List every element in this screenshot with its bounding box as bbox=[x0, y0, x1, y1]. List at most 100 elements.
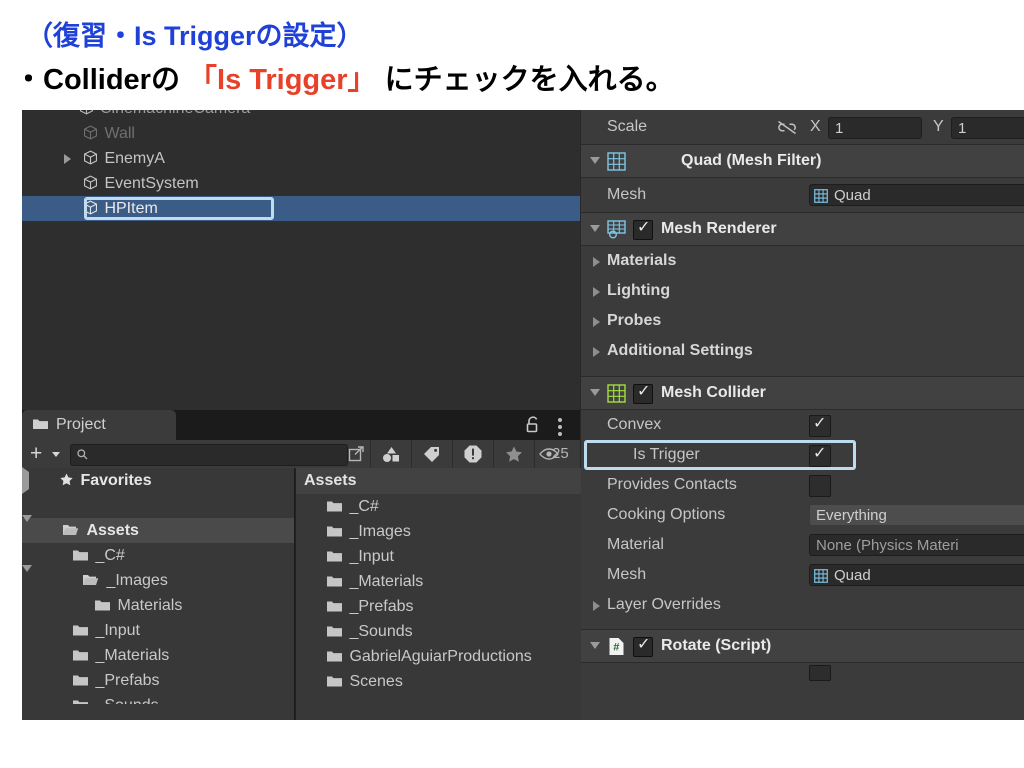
material-object-field[interactable]: None (Physics Materi bbox=[809, 534, 1024, 556]
list-item[interactable]: _Materials bbox=[296, 569, 581, 594]
scale-y-field[interactable]: 1 bbox=[951, 117, 1024, 139]
collider-mesh-row[interactable]: Mesh Quad bbox=[581, 560, 1024, 590]
foldout-layer-overrides[interactable]: Layer Overrides bbox=[581, 590, 1024, 620]
chevron-down-icon[interactable] bbox=[590, 157, 600, 164]
hierarchy-row-eventsystem[interactable]: EventSystem bbox=[22, 171, 580, 196]
tab-project[interactable]: Project bbox=[22, 410, 176, 440]
list-item[interactable]: _Prefabs bbox=[296, 594, 581, 619]
tree-label: _Input bbox=[95, 622, 140, 639]
foldout-probes[interactable]: Probes bbox=[581, 306, 1024, 336]
foldout-lighting[interactable]: Lighting bbox=[581, 276, 1024, 306]
mesh-object-field[interactable]: Quad bbox=[809, 564, 1024, 586]
tree-item-materials-nested[interactable]: Materials bbox=[22, 593, 294, 618]
tree-item-images[interactable]: _Images bbox=[22, 565, 294, 593]
chevron-down-icon[interactable] bbox=[22, 515, 32, 539]
hierarchy-panel[interactable]: CinemachineCamera Wall EnemyA EventSyste… bbox=[22, 110, 580, 410]
tree-item-csharp[interactable]: _C# bbox=[22, 543, 294, 568]
collider-convex-row[interactable]: Convex ✓ bbox=[581, 410, 1024, 440]
add-asset-button[interactable]: + bbox=[30, 443, 42, 464]
chevron-right-icon[interactable] bbox=[593, 317, 600, 327]
list-item[interactable]: _Sounds bbox=[296, 619, 581, 644]
search-input[interactable] bbox=[93, 445, 327, 467]
kebab-menu-icon[interactable] bbox=[558, 418, 562, 422]
rotate-script-body bbox=[581, 663, 1024, 681]
tree-item-sounds[interactable]: _Sounds bbox=[22, 693, 294, 704]
tree-item-favorites[interactable]: Favorites bbox=[22, 467, 294, 494]
expand-window-icon[interactable] bbox=[348, 445, 365, 462]
list-item[interactable]: GabrielAguiarProductions bbox=[296, 644, 581, 669]
hierarchy-row-cinemachinecamera[interactable]: CinemachineCamera bbox=[22, 110, 580, 121]
transform-scale-row[interactable]: Scale X 1 Y 1 bbox=[581, 110, 1024, 144]
chevron-down-icon[interactable] bbox=[52, 452, 60, 457]
convex-checkbox[interactable]: ✓ bbox=[809, 415, 831, 437]
scale-x-field[interactable]: 1 bbox=[828, 117, 922, 139]
tree-item-prefabs[interactable]: _Prefabs bbox=[22, 668, 294, 693]
component-header-mesh-collider[interactable]: ✓ Mesh Collider bbox=[581, 376, 1024, 410]
chevron-down-icon[interactable] bbox=[590, 389, 600, 396]
project-tree[interactable]: Favorites Assets _C# _Images Materials _… bbox=[22, 467, 294, 720]
chevron-right-icon[interactable] bbox=[593, 287, 600, 297]
chevron-right-icon[interactable] bbox=[22, 467, 29, 494]
scale-x-axis: X bbox=[810, 118, 821, 135]
hierarchy-row-wall[interactable]: Wall bbox=[22, 121, 580, 146]
list-item[interactable]: _Images bbox=[296, 519, 581, 544]
filter-type-button[interactable] bbox=[370, 440, 411, 468]
list-item-label: _C# bbox=[349, 498, 379, 515]
provides-contacts-checkbox[interactable] bbox=[809, 475, 831, 497]
collider-is-trigger-row[interactable]: Is Trigger ✓ bbox=[581, 440, 1024, 470]
filter-warning-button[interactable] bbox=[452, 440, 493, 468]
list-item[interactable]: Scenes bbox=[296, 669, 581, 694]
mesh-value-field[interactable]: Quad bbox=[809, 184, 1024, 206]
foldout-label: Probes bbox=[607, 312, 662, 329]
slide-heading: （復習・Is Triggerの設定） bbox=[26, 21, 364, 51]
rotate-script-enabled-checkbox[interactable]: ✓ bbox=[633, 636, 653, 657]
script-field-placeholder[interactable] bbox=[809, 665, 831, 681]
list-item[interactable]: _Input bbox=[296, 544, 581, 569]
chevron-right-icon[interactable] bbox=[593, 601, 600, 611]
cube-icon bbox=[84, 125, 98, 140]
chevron-right-icon[interactable] bbox=[593, 347, 600, 357]
collider-material-row[interactable]: Material None (Physics Materi bbox=[581, 530, 1024, 560]
tag-icon bbox=[424, 447, 439, 462]
lock-open-icon[interactable] bbox=[526, 416, 540, 433]
tree-item-input[interactable]: _Input bbox=[22, 618, 294, 643]
search-field[interactable] bbox=[70, 444, 348, 467]
shapes-filter-icon bbox=[383, 447, 399, 462]
project-asset-list[interactable]: Assets _C# _Images _Input _Materials _Pr… bbox=[295, 468, 581, 720]
mesh-filter-mesh-row[interactable]: Mesh Quad bbox=[581, 178, 1024, 212]
tree-item-materials[interactable]: _Materials bbox=[22, 643, 294, 668]
slide-header: （復習・Is Triggerの設定） ・Colliderの 「Is Trigge… bbox=[0, 0, 1024, 108]
chevron-right-icon[interactable] bbox=[64, 154, 71, 164]
filter-label-button[interactable] bbox=[411, 440, 452, 468]
mesh-collider-icon bbox=[607, 384, 626, 403]
folder-icon bbox=[95, 600, 111, 611]
chevron-down-icon[interactable] bbox=[590, 225, 600, 232]
tab-project-label: Project bbox=[56, 416, 106, 433]
foldout-additional-settings[interactable]: Additional Settings bbox=[581, 336, 1024, 366]
collider-provides-contacts-row[interactable]: Provides Contacts bbox=[581, 470, 1024, 500]
svg-text:#: # bbox=[613, 642, 619, 654]
material-label: Material bbox=[607, 536, 664, 553]
hierarchy-row-hpitem[interactable]: HPItem bbox=[22, 196, 580, 221]
filter-favorites-button[interactable] bbox=[493, 440, 534, 468]
tree-item-assets[interactable]: Assets bbox=[22, 515, 294, 543]
chevron-right-icon[interactable] bbox=[593, 257, 600, 267]
mesh-renderer-enabled-checkbox[interactable]: ✓ bbox=[633, 219, 653, 240]
foldout-materials[interactable]: Materials bbox=[581, 246, 1024, 276]
component-header-mesh-filter[interactable]: Quad (Mesh Filter) bbox=[581, 144, 1024, 178]
mesh-collider-enabled-checkbox[interactable]: ✓ bbox=[633, 383, 653, 404]
collider-cooking-options-row[interactable]: Cooking Options Everything bbox=[581, 500, 1024, 530]
cooking-options-dropdown[interactable]: Everything bbox=[809, 504, 1024, 526]
hierarchy-row-enemya[interactable]: EnemyA bbox=[22, 146, 580, 171]
component-header-mesh-renderer[interactable]: ✓ Mesh Renderer bbox=[581, 212, 1024, 246]
component-header-rotate-script[interactable]: # ✓ Rotate (Script) bbox=[581, 629, 1024, 663]
broken-link-icon[interactable] bbox=[777, 120, 797, 135]
chevron-down-icon[interactable] bbox=[590, 642, 600, 649]
folder-icon bbox=[327, 676, 343, 687]
tree-label: _Materials bbox=[95, 647, 170, 664]
list-item[interactable]: _C# bbox=[296, 494, 581, 519]
folder-open-icon bbox=[63, 525, 79, 535]
component-title: Mesh Renderer bbox=[661, 220, 777, 237]
chevron-down-icon[interactable] bbox=[22, 565, 32, 589]
